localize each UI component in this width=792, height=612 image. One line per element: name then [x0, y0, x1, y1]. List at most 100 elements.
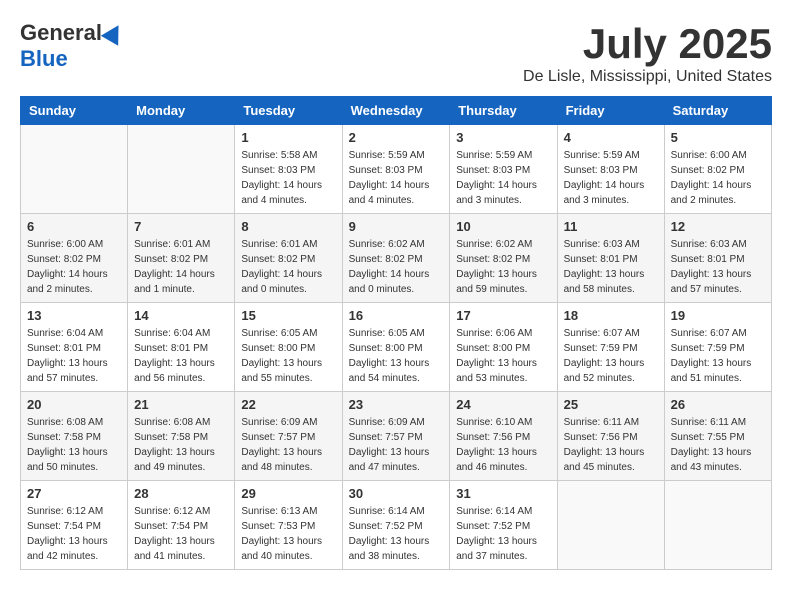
day-info: Sunrise: 6:05 AM Sunset: 8:00 PM Dayligh… [349, 326, 444, 386]
day-number: 25 [564, 397, 658, 412]
header-tuesday: Tuesday [235, 97, 342, 125]
table-row: 31 Sunrise: 6:14 AM Sunset: 7:52 PM Dayli… [450, 481, 557, 570]
table-row: 22 Sunrise: 6:09 AM Sunset: 7:57 PM Dayli… [235, 392, 342, 481]
header-wednesday: Wednesday [342, 97, 450, 125]
day-number: 14 [134, 308, 228, 323]
table-row [557, 481, 664, 570]
table-row: 24Sunrise: 6:10 AM Sunset: 7:56 PM Dayli… [450, 392, 557, 481]
table-row: 28 Sunrise: 6:12 AM Sunset: 7:54 PM Dayli… [128, 481, 235, 570]
day-info: Sunrise: 6:00 AM Sunset: 8:02 PM Dayligh… [671, 148, 765, 208]
table-row: 19Sunrise: 6:07 AM Sunset: 7:59 PM Dayli… [664, 303, 771, 392]
table-row: 9 Sunrise: 6:02 AM Sunset: 8:02 PM Daylig… [342, 214, 450, 303]
table-row: 20 Sunrise: 6:08 AM Sunset: 7:58 PM Dayli… [21, 392, 128, 481]
table-row: 10 Sunrise: 6:02 AM Sunset: 8:02 PM Dayli… [450, 214, 557, 303]
table-row: 11 Sunrise: 6:03 AM Sunset: 8:01 PM Dayli… [557, 214, 664, 303]
title-section: July 2025 De Lisle, Mississippi, United … [523, 20, 772, 86]
location-text: De Lisle, Mississippi, United States [523, 68, 772, 86]
table-row: 13Sunrise: 6:04 AM Sunset: 8:01 PM Dayli… [21, 303, 128, 392]
day-number: 9 [349, 219, 444, 234]
logo-text: General [20, 20, 124, 46]
day-number: 17 [456, 308, 550, 323]
table-row: 5Sunrise: 6:00 AM Sunset: 8:02 PM Daylig… [664, 125, 771, 214]
table-row: 4 Sunrise: 5:59 AM Sunset: 8:03 PM Daylig… [557, 125, 664, 214]
day-number: 26 [671, 397, 765, 412]
day-number: 12 [671, 219, 765, 234]
header-sunday: Sunday [21, 97, 128, 125]
table-row: 3Sunrise: 5:59 AM Sunset: 8:03 PM Daylig… [450, 125, 557, 214]
day-info: Sunrise: 6:14 AM Sunset: 7:52 PM Dayligh… [456, 504, 550, 564]
table-row: 12 Sunrise: 6:03 AM Sunset: 8:01 PM Dayli… [664, 214, 771, 303]
day-info: Sunrise: 6:11 AM Sunset: 7:56 PM Dayligh… [564, 415, 658, 475]
table-row: 15Sunrise: 6:05 AM Sunset: 8:00 PM Dayli… [235, 303, 342, 392]
day-info: Sunrise: 6:02 AM Sunset: 8:02 PM Dayligh… [349, 237, 444, 297]
table-row: 14 Sunrise: 6:04 AM Sunset: 8:01 PM Dayli… [128, 303, 235, 392]
day-number: 30 [349, 486, 444, 501]
day-number: 31 [456, 486, 550, 501]
day-number: 21 [134, 397, 228, 412]
day-number: 28 [134, 486, 228, 501]
table-row [128, 125, 235, 214]
table-row: 29 Sunrise: 6:13 AM Sunset: 7:53 PM Dayli… [235, 481, 342, 570]
day-info: Sunrise: 6:06 AM Sunset: 8:00 PM Dayligh… [456, 326, 550, 386]
table-row: 6 Sunrise: 6:00 AM Sunset: 8:02 PM Daylig… [21, 214, 128, 303]
day-number: 3 [456, 130, 550, 145]
table-row [664, 481, 771, 570]
day-number: 29 [241, 486, 335, 501]
calendar-week-2: 6 Sunrise: 6:00 AM Sunset: 8:02 PM Daylig… [21, 214, 772, 303]
day-info: Sunrise: 6:09 AM Sunset: 7:57 PM Dayligh… [241, 415, 335, 475]
day-info: Sunrise: 6:08 AM Sunset: 7:58 PM Dayligh… [27, 415, 121, 475]
logo-general: General [20, 20, 102, 46]
day-number: 16 [349, 308, 444, 323]
table-row: 17 Sunrise: 6:06 AM Sunset: 8:00 PM Dayli… [450, 303, 557, 392]
header-monday: Monday [128, 97, 235, 125]
day-info: Sunrise: 6:12 AM Sunset: 7:54 PM Dayligh… [134, 504, 228, 564]
day-number: 1 [241, 130, 335, 145]
day-number: 7 [134, 219, 228, 234]
logo: General Blue [20, 20, 124, 72]
calendar-week-4: 20 Sunrise: 6:08 AM Sunset: 7:58 PM Dayli… [21, 392, 772, 481]
day-info: Sunrise: 6:04 AM Sunset: 8:01 PM Dayligh… [27, 326, 121, 386]
table-row: 25 Sunrise: 6:11 AM Sunset: 7:56 PM Dayli… [557, 392, 664, 481]
day-info: Sunrise: 6:10 AM Sunset: 7:56 PM Dayligh… [456, 415, 550, 475]
day-info: Sunrise: 6:09 AM Sunset: 7:57 PM Dayligh… [349, 415, 444, 475]
table-row [21, 125, 128, 214]
day-info: Sunrise: 6:07 AM Sunset: 7:59 PM Dayligh… [564, 326, 658, 386]
day-number: 20 [27, 397, 121, 412]
calendar-table: Sunday Monday Tuesday Wednesday Thursday… [20, 96, 772, 570]
calendar-week-1: 1Sunrise: 5:58 AM Sunset: 8:03 PM Daylig… [21, 125, 772, 214]
page-header: General Blue July 2025 De Lisle, Mississ… [20, 20, 772, 86]
table-row: 21 Sunrise: 6:08 AM Sunset: 7:58 PM Dayli… [128, 392, 235, 481]
day-info: Sunrise: 6:03 AM Sunset: 8:01 PM Dayligh… [671, 237, 765, 297]
table-row: 23Sunrise: 6:09 AM Sunset: 7:57 PM Dayli… [342, 392, 450, 481]
day-number: 15 [241, 308, 335, 323]
table-row: 1Sunrise: 5:58 AM Sunset: 8:03 PM Daylig… [235, 125, 342, 214]
logo-blue: Blue [20, 46, 68, 72]
day-info: Sunrise: 6:12 AM Sunset: 7:54 PM Dayligh… [27, 504, 121, 564]
day-info: Sunrise: 6:01 AM Sunset: 8:02 PM Dayligh… [241, 237, 335, 297]
day-info: Sunrise: 6:08 AM Sunset: 7:58 PM Dayligh… [134, 415, 228, 475]
day-info: Sunrise: 6:00 AM Sunset: 8:02 PM Dayligh… [27, 237, 121, 297]
table-row: 27 Sunrise: 6:12 AM Sunset: 7:54 PM Dayli… [21, 481, 128, 570]
day-number: 6 [27, 219, 121, 234]
day-number: 11 [564, 219, 658, 234]
day-info: Sunrise: 6:04 AM Sunset: 8:01 PM Dayligh… [134, 326, 228, 386]
day-number: 8 [241, 219, 335, 234]
day-number: 22 [241, 397, 335, 412]
day-number: 10 [456, 219, 550, 234]
day-info: Sunrise: 6:01 AM Sunset: 8:02 PM Dayligh… [134, 237, 228, 297]
day-info: Sunrise: 5:59 AM Sunset: 8:03 PM Dayligh… [349, 148, 444, 208]
day-number: 4 [564, 130, 658, 145]
day-info: Sunrise: 6:03 AM Sunset: 8:01 PM Dayligh… [564, 237, 658, 297]
table-row: 7 Sunrise: 6:01 AM Sunset: 8:02 PM Daylig… [128, 214, 235, 303]
calendar-week-3: 13Sunrise: 6:04 AM Sunset: 8:01 PM Dayli… [21, 303, 772, 392]
day-info: Sunrise: 6:02 AM Sunset: 8:02 PM Dayligh… [456, 237, 550, 297]
calendar-header-row: Sunday Monday Tuesday Wednesday Thursday… [21, 97, 772, 125]
header-thursday: Thursday [450, 97, 557, 125]
day-number: 19 [671, 308, 765, 323]
day-number: 27 [27, 486, 121, 501]
table-row: 8 Sunrise: 6:01 AM Sunset: 8:02 PM Daylig… [235, 214, 342, 303]
day-info: Sunrise: 6:11 AM Sunset: 7:55 PM Dayligh… [671, 415, 765, 475]
day-info: Sunrise: 5:59 AM Sunset: 8:03 PM Dayligh… [564, 148, 658, 208]
header-saturday: Saturday [664, 97, 771, 125]
day-info: Sunrise: 6:13 AM Sunset: 7:53 PM Dayligh… [241, 504, 335, 564]
